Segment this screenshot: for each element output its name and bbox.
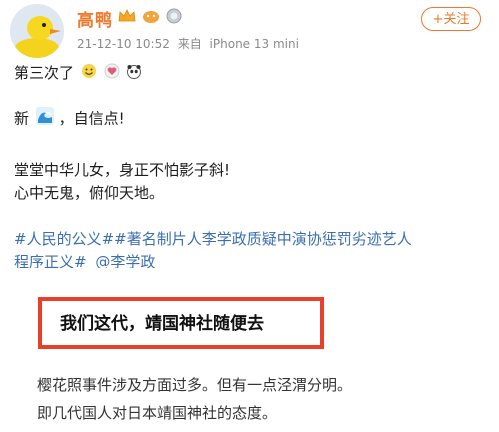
post-line-2-suffix: ，自信点! bbox=[58, 109, 125, 128]
wave-emoji-icon bbox=[35, 107, 54, 131]
avatar[interactable] bbox=[10, 4, 64, 58]
panda-emoji-icon bbox=[126, 63, 142, 85]
post-line-3: 堂堂中华儿女，身正不怕影子斜! bbox=[14, 161, 231, 179]
duck-avatar-icon bbox=[10, 4, 64, 58]
post-timestamp: 21-12-10 10:52 bbox=[77, 37, 170, 51]
post-line-4: 心中无鬼，俯仰天地。 bbox=[14, 184, 165, 202]
post-header: 高鸭 21-12-10 10:52 来自 iPhone 13 mini +关注 bbox=[0, 0, 499, 62]
heart-emoji-icon bbox=[104, 63, 120, 85]
post-line-2-prefix: 新 bbox=[14, 109, 30, 128]
name-row: 高鸭 bbox=[77, 6, 183, 31]
smile-emoji-icon bbox=[81, 63, 97, 85]
highlighted-headline-box: 我们这代，靖国神社随便去 bbox=[38, 297, 324, 349]
article-line-2: 即几代国人对日本靖国神社的态度。 bbox=[37, 404, 278, 422]
source-prefix: 来自 bbox=[177, 37, 202, 51]
highlighted-headline: 我们这代，靖国神社随便去 bbox=[60, 314, 264, 334]
username[interactable]: 高鸭 bbox=[77, 6, 113, 31]
post-line-2: 新 ，自信点! bbox=[14, 107, 125, 129]
post-line-1: 第三次了 bbox=[14, 62, 142, 84]
source-device[interactable]: iPhone 13 mini bbox=[210, 37, 299, 51]
level-badge-icon bbox=[165, 7, 183, 29]
member-badge-icon bbox=[141, 8, 161, 28]
hashtag-line-1[interactable]: #人民的公义##著名制片人李学政质疑中演协惩罚劣迹艺人 bbox=[14, 228, 412, 250]
follow-label: +关注 bbox=[432, 12, 470, 27]
article-line-1: 樱花照事件涉及方面过多。但有一点泾渭分明。 bbox=[37, 376, 353, 394]
post-line-1-text: 第三次了 bbox=[14, 64, 75, 82]
crown-badge-icon bbox=[117, 8, 137, 28]
follow-button[interactable]: +关注 bbox=[421, 7, 481, 31]
post-meta: 21-12-10 10:52 来自 iPhone 13 mini bbox=[77, 35, 303, 52]
